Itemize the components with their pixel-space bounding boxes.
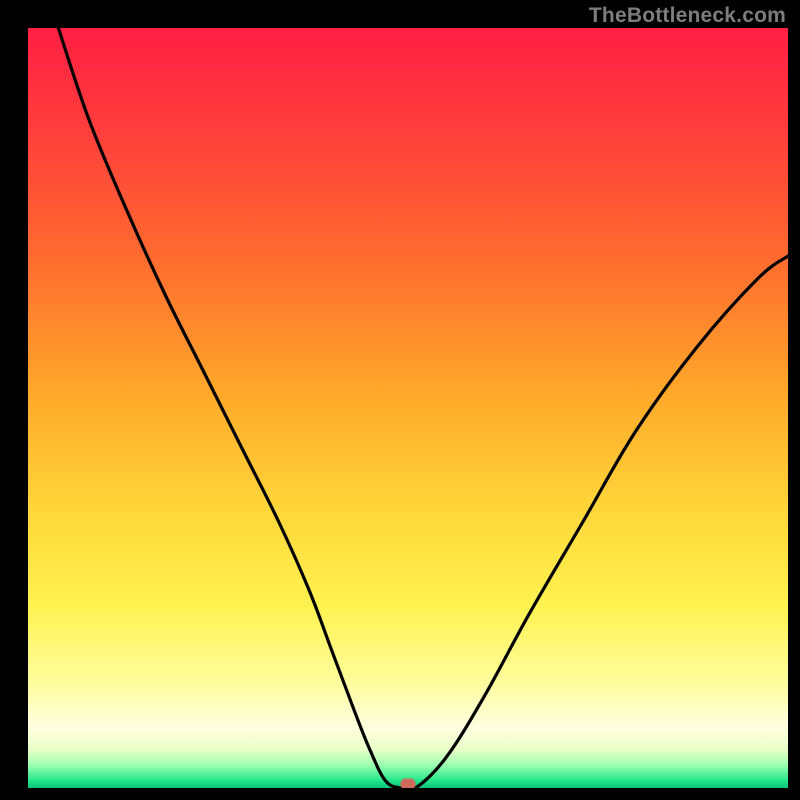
chart-frame: TheBottleneck.com: [0, 0, 800, 800]
plot-area: [28, 28, 788, 788]
optimal-point-marker: [401, 779, 416, 788]
bottleneck-curve: [28, 28, 788, 788]
curve-path: [58, 28, 788, 788]
watermark-text: TheBottleneck.com: [589, 4, 786, 28]
